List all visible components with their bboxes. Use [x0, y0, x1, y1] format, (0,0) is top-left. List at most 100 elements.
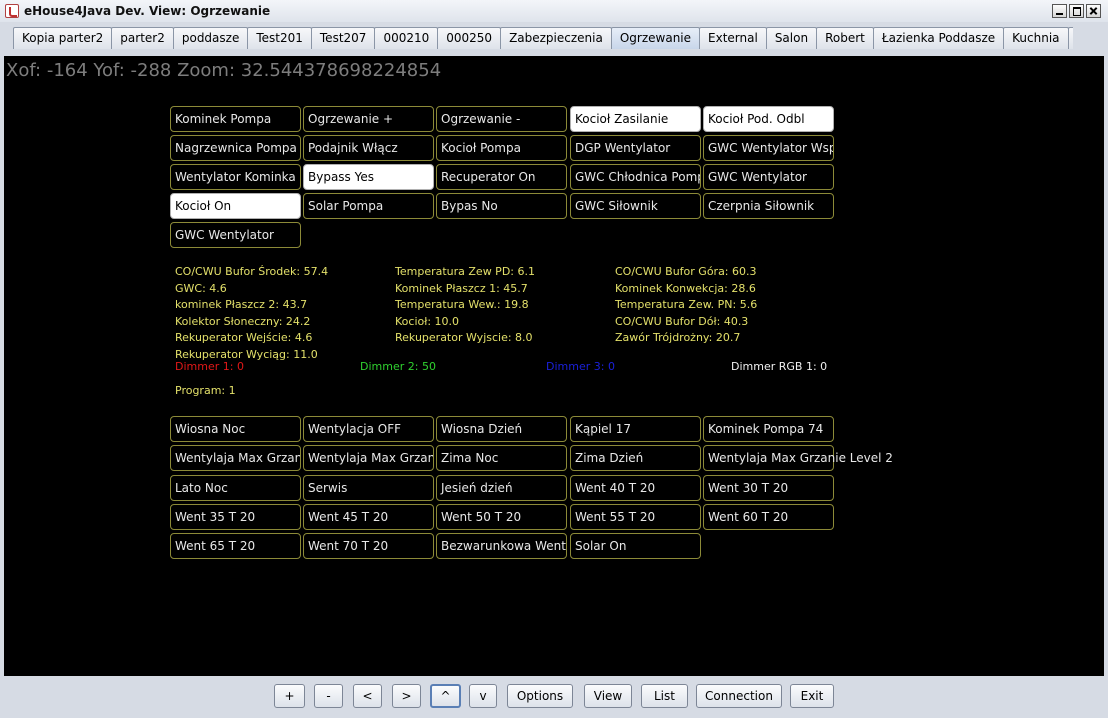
program-button[interactable]: Wentylaja Max Grzanie [170, 445, 301, 471]
program-button[interactable]: Zima Noc [436, 445, 567, 471]
program-status: Program: 1 [175, 384, 236, 397]
view-button[interactable]: View [584, 684, 632, 708]
sensor-reading: Kolektor Słoneczny: 24.2 [175, 314, 311, 328]
program-button[interactable]: Went 70 T 20 [303, 533, 434, 559]
sensor-reading: Rekuperator Wyjscie: 8.0 [395, 331, 533, 344]
pan-left-button[interactable]: < [353, 684, 382, 708]
pan-down-button[interactable]: v [469, 684, 497, 708]
sensor-reading: CO/CWU Bufor Dół: 40.3 [615, 314, 749, 328]
program-button[interactable]: Bezwarunkowa Wentyla [436, 533, 567, 559]
program-button[interactable]: Zima Dzień [570, 445, 701, 471]
dimmer-status[interactable]: Dimmer 2: 50 [360, 360, 436, 373]
program-button[interactable]: Wiosna Noc [170, 416, 301, 442]
dimmer-status[interactable]: Dimmer 3: 0 [546, 360, 615, 373]
sensor-reading: Temperatura Wew.: 19.8 [395, 298, 529, 311]
tab-poddasze[interactable]: poddasze [172, 27, 249, 49]
title-bar: eHouse4Java Dev. View: Ogrzewanie [0, 0, 1108, 23]
sensor-reading: Kominek Konwekcja: 28.6 [615, 281, 756, 295]
tab-test201[interactable]: Test201 [247, 27, 312, 49]
dimmer-status[interactable]: Dimmer RGB 1: 0 [731, 360, 827, 373]
control-button[interactable]: Bypass Yes [303, 164, 434, 190]
program-button[interactable]: Kominek Pompa 74 [703, 416, 834, 442]
tab-ogrzewanie[interactable]: Ogrzewanie [610, 27, 701, 49]
control-button[interactable]: Czerpnia Siłownik [703, 193, 834, 219]
control-button[interactable]: Solar Pompa [303, 193, 434, 219]
program-button[interactable]: Lato Noc [170, 475, 301, 501]
program-button[interactable]: Went 65 T 20 [170, 533, 301, 559]
sensor-reading: Rekuperator Wejście: 4.6 [175, 331, 313, 344]
tab-salon[interactable]: Salon [765, 27, 818, 49]
control-button[interactable]: Recuperator On [436, 164, 567, 190]
options-button[interactable]: Options [507, 684, 573, 708]
tab-kuchnia[interactable]: Kuchnia [1003, 27, 1069, 49]
control-button[interactable]: DGP Wentylator [570, 135, 701, 161]
control-button[interactable]: GWC Chłodnica Pompa [570, 164, 701, 190]
program-button[interactable]: Went 45 T 20 [303, 504, 434, 530]
connection-button[interactable]: Connection [696, 684, 782, 708]
control-button[interactable]: Ogrzewanie - [436, 106, 567, 132]
tab-zabezpieczenia[interactable]: Zabezpieczenia [500, 27, 612, 49]
sensor-reading: Kocioł: 10.0 [395, 314, 460, 328]
close-button[interactable] [1086, 4, 1101, 18]
control-button[interactable]: Kominek Pompa [170, 106, 301, 132]
control-button[interactable]: Kocioł Pompa [436, 135, 567, 161]
exit-button[interactable]: Exit [790, 684, 834, 708]
tab-list: Kopia parter2 parter2 poddasze Test201 Test2… [13, 27, 1073, 49]
program-button[interactable]: Wentylaja Max Grzanie L [303, 445, 434, 471]
dimmer-status[interactable]: Dimmer 1: 0 [175, 360, 244, 373]
program-button[interactable]: Wiosna Dzień [436, 416, 567, 442]
control-button[interactable]: Wentylator Kominka [170, 164, 301, 190]
window-title: eHouse4Java Dev. View: Ogrzewanie [24, 4, 271, 18]
program-button[interactable]: Went 30 T 20 [703, 475, 834, 501]
tab-test207[interactable]: Test207 [310, 27, 376, 49]
program-button[interactable]: Went 40 T 20 [570, 475, 701, 501]
view-canvas[interactable]: Xof: -164 Yof: -288 Zoom: 32.54437869822… [4, 56, 1104, 676]
sensor-reading: kominek Płaszcz 2: 43.7 [175, 298, 308, 311]
zoom-in-button[interactable]: + [274, 684, 305, 708]
tab-000210[interactable]: 000210 [374, 27, 439, 49]
program-button[interactable]: Went 60 T 20 [703, 504, 834, 530]
minimize-button[interactable] [1052, 4, 1067, 18]
sensor-reading: Rekuperator Wyciąg: 11.0 [175, 347, 318, 361]
java-app-icon [5, 4, 19, 18]
tab-000250[interactable]: 000250 [437, 27, 502, 49]
tab-robert[interactable]: Robert [816, 27, 874, 49]
tab-parter2[interactable]: parter2 [111, 27, 174, 49]
view-offset-zoom-status: Xof: -164 Yof: -288 Zoom: 32.54437869822… [6, 60, 442, 81]
control-button[interactable]: GWC Siłownik [570, 193, 701, 219]
tab-external[interactable]: External [699, 27, 767, 49]
tab--azienka-poddasze[interactable]: Łazienka Poddasze [872, 27, 1005, 49]
sensor-reading: Kominek Płaszcz 1: 45.7 [395, 281, 528, 295]
control-button[interactable]: Ogrzewanie + [303, 106, 434, 132]
program-button[interactable]: Serwis [303, 475, 434, 501]
program-button[interactable]: Went 35 T 20 [170, 504, 301, 530]
control-button[interactable]: Podajnik Włącz [303, 135, 434, 161]
maximize-button[interactable] [1069, 4, 1084, 18]
control-button[interactable]: Kocioł Zasilanie [570, 106, 701, 132]
zoom-out-button[interactable]: - [314, 684, 343, 708]
program-button[interactable]: Wentylaja Max Grzanie Level 2 [703, 445, 893, 471]
control-button[interactable]: GWC Wentylator Wsp [703, 135, 834, 161]
bottom-toolbar: + - < > ^ v Options View List Connection Exit [0, 676, 1108, 718]
control-button[interactable]: GWC Wentylator [703, 164, 834, 190]
pan-right-button[interactable]: > [392, 684, 421, 708]
control-button[interactable]: Kocioł Pod. Odbl [703, 106, 834, 132]
tab-kopia-parter2[interactable]: Kopia parter2 [13, 27, 113, 49]
sensor-reading: Temperatura Zew. PN: 5.6 [615, 298, 758, 311]
sensor-reading: CO/CWU Bufor Środek: 57.4 [175, 265, 329, 278]
program-button[interactable]: Went 55 T 20 [570, 504, 701, 530]
sensor-reading: GWC: 4.6 [175, 281, 227, 295]
program-button[interactable]: Kąpiel 17 [570, 416, 701, 442]
control-button[interactable]: Kocioł On [170, 193, 301, 219]
control-button[interactable]: Nagrzewnica Pompa [170, 135, 301, 161]
tab-ella[interactable]: Ella [1067, 27, 1073, 49]
list-button[interactable]: List [641, 684, 688, 708]
program-button[interactable]: Jesień dzień [436, 475, 567, 501]
control-button[interactable]: Bypas No [436, 193, 567, 219]
control-button[interactable]: GWC Wentylator [170, 222, 301, 248]
pan-up-button[interactable]: ^ [430, 684, 461, 708]
program-button[interactable]: Solar On [570, 533, 701, 559]
program-button[interactable]: Went 50 T 20 [436, 504, 567, 530]
program-button[interactable]: Wentylacja OFF [303, 416, 434, 442]
sensor-reading: Temperatura Zew PD: 6.1 [395, 265, 535, 278]
